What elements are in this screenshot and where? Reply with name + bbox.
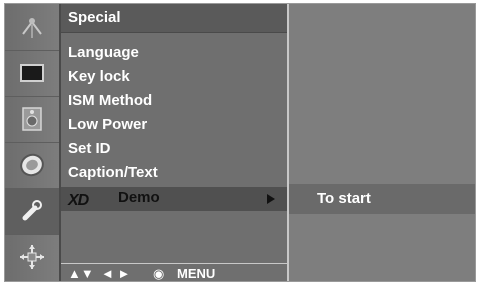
- menu-item-ism-method[interactable]: ISM Method: [68, 90, 152, 112]
- osd-menu: Special Language Key lock ISM Method Low…: [4, 3, 476, 282]
- category-icon-column: [5, 4, 61, 281]
- menu-item-low-power[interactable]: Low Power: [68, 114, 147, 136]
- menu-title: Special: [61, 4, 287, 33]
- menu-item-key-lock[interactable]: Key lock: [68, 66, 130, 88]
- submenu-arrow-icon: [267, 194, 275, 204]
- navigation-hint-bar: ▲▼ ◄ ► ◉ MENU: [61, 263, 287, 282]
- settings-icon[interactable]: [5, 234, 59, 280]
- speaker-icon[interactable]: [5, 96, 59, 143]
- menu-item-language[interactable]: Language: [68, 42, 139, 64]
- menu-item-set-id[interactable]: Set ID: [68, 138, 111, 160]
- menu-item-caption-text[interactable]: Caption/Text: [68, 162, 158, 184]
- left-right-arrows-icon: ◄ ►: [101, 266, 131, 281]
- special-menu: Special Language Key lock ISM Method Low…: [61, 4, 289, 281]
- menu-title-text: Special: [68, 9, 121, 26]
- antenna-icon[interactable]: [5, 4, 59, 51]
- submenu-panel: To start: [289, 4, 475, 281]
- xd-logo: XD: [68, 192, 89, 209]
- ok-button-icon: ◉: [153, 266, 165, 281]
- clock-icon[interactable]: [5, 142, 59, 189]
- special-icon[interactable]: [5, 188, 59, 235]
- screen-icon[interactable]: [5, 50, 59, 97]
- up-down-arrows-icon: ▲▼: [68, 266, 94, 281]
- menu-item-xd-demo[interactable]: XD Demo: [61, 187, 287, 211]
- to-start-hint: To start: [317, 190, 371, 207]
- menu-hint-label: MENU: [177, 266, 216, 281]
- demo-label: Demo: [118, 189, 160, 206]
